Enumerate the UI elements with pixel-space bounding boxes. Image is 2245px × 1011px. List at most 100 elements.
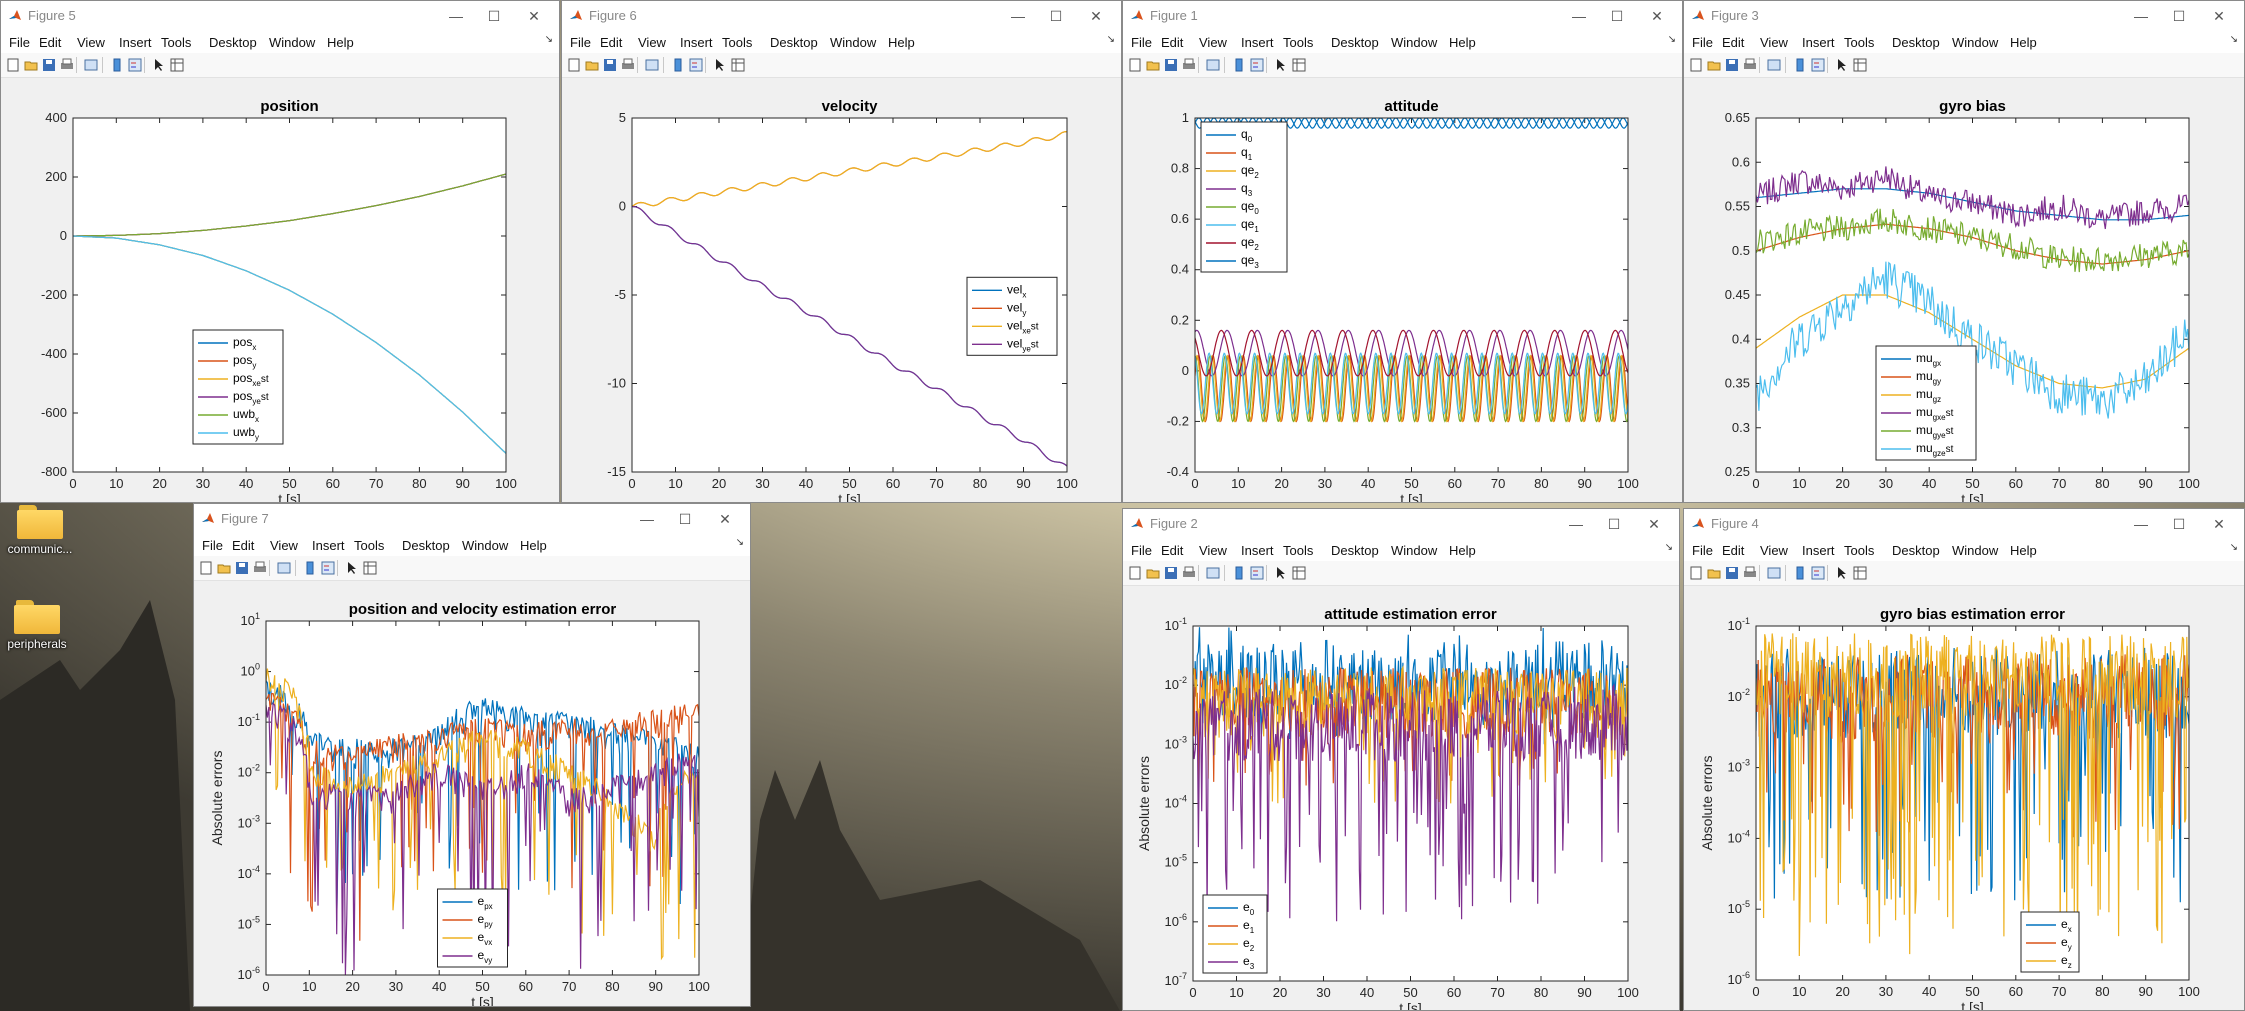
title-bar[interactable]: Figure 5 — ☐ ✕ [1, 1, 559, 31]
new-figure-icon[interactable] [1128, 566, 1142, 580]
legend-icon[interactable] [689, 58, 703, 72]
open-file-icon[interactable] [1146, 58, 1160, 72]
title-bar[interactable]: Figure 3 — ☐ ✕ [1684, 1, 2244, 31]
menu-insert[interactable]: Insert [312, 538, 345, 553]
menu-help[interactable]: Help [327, 35, 354, 50]
minimize-icon[interactable]: — [2124, 512, 2158, 536]
pointer-icon[interactable] [713, 58, 727, 72]
menu-view[interactable]: View [638, 35, 666, 50]
property-inspector-icon[interactable] [1853, 566, 1867, 580]
pointer-icon[interactable] [1274, 566, 1288, 580]
save-icon[interactable] [603, 58, 617, 72]
close-icon[interactable]: ✕ [2202, 4, 2236, 28]
new-figure-icon[interactable] [1128, 58, 1142, 72]
pointer-icon[interactable] [1835, 566, 1849, 580]
menu-help[interactable]: Help [888, 35, 915, 50]
close-icon[interactable]: ✕ [1079, 4, 1113, 28]
maximize-icon[interactable]: ☐ [2162, 4, 2196, 28]
menu-view[interactable]: View [77, 35, 105, 50]
property-inspector-icon[interactable] [1292, 566, 1306, 580]
save-icon[interactable] [1725, 58, 1739, 72]
dock-arrow-icon[interactable]: ↘ [2230, 34, 2238, 45]
legend[interactable]: posxposyposxestposyestuwbxuwby [192, 329, 284, 445]
save-icon[interactable] [1725, 566, 1739, 580]
print-icon[interactable] [1743, 58, 1757, 72]
link-plot-icon[interactable] [277, 561, 291, 575]
save-icon[interactable] [1164, 566, 1178, 580]
menu-window[interactable]: Window [1952, 35, 1998, 50]
menu-tools[interactable]: Tools [1844, 543, 1874, 558]
legend[interactable]: velxvelyvelxestvelyest [966, 276, 1058, 356]
menu-file[interactable]: File [9, 35, 30, 50]
desktop-icon-peripherals[interactable]: peripherals [0, 600, 77, 651]
save-icon[interactable] [42, 58, 56, 72]
pointer-icon[interactable] [1835, 58, 1849, 72]
pointer-icon[interactable] [345, 561, 359, 575]
legend-icon[interactable] [1811, 566, 1825, 580]
pointer-icon[interactable] [152, 58, 166, 72]
menu-tools[interactable]: Tools [161, 35, 191, 50]
colorbar-icon[interactable] [303, 561, 317, 575]
menu-edit[interactable]: Edit [1722, 35, 1744, 50]
menu-desktop[interactable]: Desktop [770, 35, 818, 50]
figure-window[interactable]: Figure 7 — ☐ ✕ File Edit View Insert Tools Deskto… [193, 503, 751, 1007]
menu-insert[interactable]: Insert [1241, 543, 1274, 558]
maximize-icon[interactable]: ☐ [477, 4, 511, 28]
menu-view[interactable]: View [1760, 35, 1788, 50]
colorbar-icon[interactable] [1793, 58, 1807, 72]
minimize-icon[interactable]: — [1001, 4, 1035, 28]
legend[interactable]: mugxmugymugzmugxestmugyestmugzest [1875, 345, 1977, 461]
menu-insert[interactable]: Insert [680, 35, 713, 50]
figure-window[interactable]: Figure 1 — ☐ ✕ File Edit View Insert Tools Deskto… [1122, 0, 1683, 503]
menu-insert[interactable]: Insert [119, 35, 152, 50]
dock-arrow-icon[interactable]: ↘ [736, 537, 744, 548]
legend-icon[interactable] [128, 58, 142, 72]
menu-window[interactable]: Window [462, 538, 508, 553]
print-icon[interactable] [621, 58, 635, 72]
menu-edit[interactable]: Edit [1161, 35, 1183, 50]
save-icon[interactable] [235, 561, 249, 575]
property-inspector-icon[interactable] [1853, 58, 1867, 72]
menu-tools[interactable]: Tools [354, 538, 384, 553]
menu-view[interactable]: View [1760, 543, 1788, 558]
property-inspector-icon[interactable] [170, 58, 184, 72]
dock-arrow-icon[interactable]: ↘ [2230, 542, 2238, 553]
minimize-icon[interactable]: — [630, 507, 664, 531]
link-plot-icon[interactable] [1767, 58, 1781, 72]
menu-desktop[interactable]: Desktop [1331, 35, 1379, 50]
link-plot-icon[interactable] [1767, 566, 1781, 580]
property-inspector-icon[interactable] [731, 58, 745, 72]
menu-edit[interactable]: Edit [39, 35, 61, 50]
menu-help[interactable]: Help [2010, 35, 2037, 50]
menu-file[interactable]: File [1131, 35, 1152, 50]
menu-view[interactable]: View [1199, 543, 1227, 558]
menu-tools[interactable]: Tools [722, 35, 752, 50]
menu-edit[interactable]: Edit [1161, 543, 1183, 558]
legend[interactable]: e0e1e2e3 [1202, 894, 1268, 974]
desktop-icon-communications[interactable]: communic... [0, 505, 80, 556]
pointer-icon[interactable] [1274, 58, 1288, 72]
link-plot-icon[interactable] [84, 58, 98, 72]
title-bar[interactable]: Figure 2 — ☐ ✕ [1123, 509, 1679, 539]
menu-help[interactable]: Help [520, 538, 547, 553]
menu-edit[interactable]: Edit [600, 35, 622, 50]
menu-file[interactable]: File [570, 35, 591, 50]
menu-window[interactable]: Window [1952, 543, 1998, 558]
maximize-icon[interactable]: ☐ [1600, 4, 1634, 28]
menu-file[interactable]: File [202, 538, 223, 553]
print-icon[interactable] [253, 561, 267, 575]
new-figure-icon[interactable] [567, 58, 581, 72]
menu-view[interactable]: View [1199, 35, 1227, 50]
open-file-icon[interactable] [1707, 58, 1721, 72]
menu-insert[interactable]: Insert [1802, 35, 1835, 50]
print-icon[interactable] [1182, 58, 1196, 72]
menu-edit[interactable]: Edit [232, 538, 254, 553]
legend[interactable]: exeyez [2020, 911, 2080, 973]
link-plot-icon[interactable] [645, 58, 659, 72]
menu-insert[interactable]: Insert [1241, 35, 1274, 50]
menu-insert[interactable]: Insert [1802, 543, 1835, 558]
title-bar[interactable]: Figure 6 — ☐ ✕ [562, 1, 1121, 31]
maximize-icon[interactable]: ☐ [1039, 4, 1073, 28]
close-icon[interactable]: ✕ [1637, 512, 1671, 536]
menu-desktop[interactable]: Desktop [1331, 543, 1379, 558]
